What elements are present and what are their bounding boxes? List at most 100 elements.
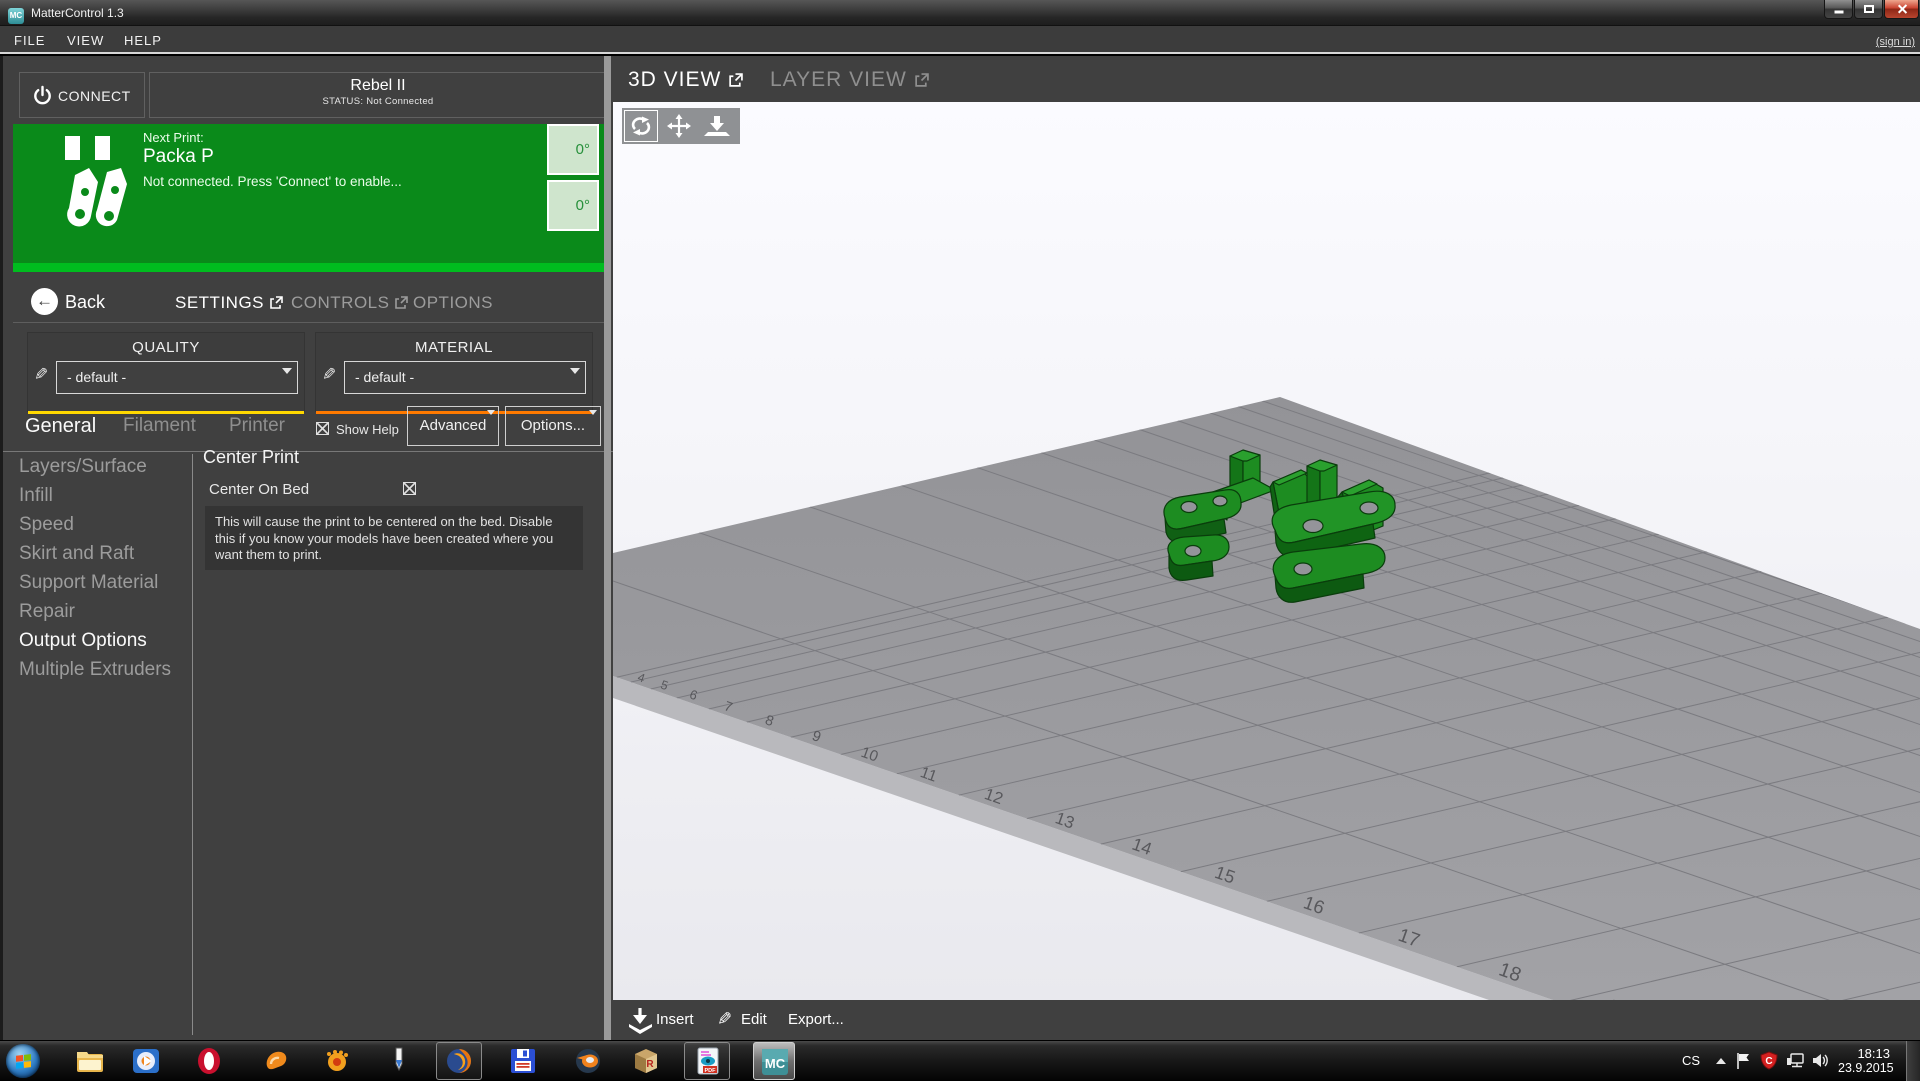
volume-icon[interactable] (1812, 1052, 1830, 1069)
windows-taskbar: R PDF MC CS C (0, 1040, 1920, 1080)
opera-icon[interactable] (194, 1046, 224, 1076)
window-title: MatterControl 1.3 (31, 6, 124, 20)
quality-dropdown[interactable]: - default - (56, 361, 298, 394)
pop-out-icon (269, 296, 283, 310)
tab-layer-view-label: LAYER VIEW (770, 68, 907, 92)
r-block-icon[interactable]: R (631, 1046, 661, 1076)
minimize-button[interactable] (1824, 0, 1853, 19)
close-icon (1896, 4, 1907, 15)
pdf-viewer-taskbar-button[interactable]: PDF (684, 1042, 730, 1080)
maximize-button[interactable] (1854, 0, 1883, 19)
edit-pencil-icon: ✎ (717, 1009, 732, 1030)
media-player-icon[interactable] (131, 1046, 161, 1076)
dropdown-arrow-icon (487, 410, 495, 415)
menu-view[interactable]: VIEW (67, 33, 104, 48)
options-button[interactable]: Options... (505, 406, 601, 446)
show-help-label[interactable]: Show Help (336, 422, 399, 437)
tab-settings-label: SETTINGS (175, 293, 264, 313)
windows-explorer-icon[interactable] (75, 1046, 105, 1076)
mattercontrol-taskbar-button[interactable]: MC (753, 1042, 795, 1080)
minimize-icon (1834, 11, 1843, 14)
tray-time: 18:13 (1838, 1046, 1890, 1061)
printer-title-box[interactable]: Rebel II STATUS: Not Connected (149, 72, 607, 118)
advanced-button[interactable]: Advanced (407, 406, 499, 446)
extruder-temp-button[interactable]: 0° (547, 124, 599, 175)
dropdown-arrow-icon (589, 410, 597, 415)
action-center-flag-icon[interactable] (1735, 1052, 1752, 1070)
next-print-name: Packa P (143, 146, 214, 168)
insert-button[interactable]: Insert (656, 1011, 694, 1028)
move-tool-button[interactable] (660, 108, 698, 144)
back-label[interactable]: Back (65, 292, 105, 313)
hidden-icons-chevron[interactable] (1716, 1058, 1726, 1064)
material-label: MATERIAL (316, 339, 592, 356)
save-tool-icon[interactable] (508, 1046, 538, 1076)
sign-in-link[interactable]: (sign in) (1876, 36, 1915, 48)
quality-accent-bar (28, 411, 304, 414)
export-button[interactable]: Export... (788, 1011, 844, 1028)
maximize-icon (1864, 5, 1874, 13)
sidebar-item-output-options[interactable]: Output Options (19, 630, 147, 652)
svg-text:C: C (1765, 1056, 1772, 1067)
clock[interactable]: 18:13 23.9.2015 (1838, 1046, 1890, 1075)
tab-layer-view[interactable]: LAYER VIEW (770, 68, 929, 92)
center-on-bed-label: Center On Bed (209, 481, 309, 498)
back-button[interactable]: ← (31, 288, 58, 315)
quality-label: QUALITY (28, 339, 304, 356)
firefox-icon (444, 1046, 474, 1076)
sidebar-item-speed[interactable]: Speed (19, 514, 74, 536)
material-dropdown[interactable]: - default - (344, 361, 586, 394)
center-on-bed-checkbox[interactable] (403, 482, 416, 495)
tab-printer[interactable]: Printer (229, 415, 285, 437)
sidebar-item-layers-surface[interactable]: Layers/Surface (19, 456, 147, 478)
connect-button[interactable]: CONNECT (19, 72, 145, 118)
insert-icon (627, 1006, 654, 1034)
edit-pencil-icon[interactable]: ✎ (322, 365, 336, 385)
quality-value: - default - (67, 369, 126, 385)
3d-viewport[interactable]: 4567891011121314151617181920 (613, 102, 1920, 1000)
dropdown-arrow-icon (282, 368, 292, 374)
sidebar-item-skirt-raft[interactable]: Skirt and Raft (19, 543, 134, 565)
close-button[interactable] (1884, 0, 1919, 19)
bed-temp-button[interactable]: 0° (547, 180, 599, 231)
tab-options[interactable]: OPTIONS (413, 293, 493, 313)
tab-controls-label: CONTROLS (291, 293, 389, 313)
tab-3d-view-label: 3D VIEW (628, 68, 721, 92)
image-viewer-icon[interactable] (322, 1046, 352, 1076)
firefox-taskbar-button[interactable] (436, 1042, 482, 1080)
show-desktop-button[interactable] (1906, 1041, 1920, 1081)
menu-help[interactable]: HELP (124, 33, 162, 48)
show-help-checkbox[interactable] (316, 422, 329, 435)
start-button[interactable] (6, 1044, 40, 1078)
rotate-icon (630, 115, 652, 137)
scale-icon (704, 114, 730, 138)
panel-scrollbar[interactable] (604, 56, 611, 1040)
move-icon (667, 114, 691, 138)
next-print-label: Next Print: (143, 130, 204, 145)
dropdown-arrow-icon (570, 368, 580, 374)
network-icon[interactable] (1786, 1053, 1806, 1069)
sidebar-item-support[interactable]: Support Material (19, 572, 158, 594)
pop-out-icon (394, 296, 408, 310)
blender-icon[interactable] (573, 1046, 603, 1076)
sidebar-item-multiple-extruders[interactable]: Multiple Extruders (19, 659, 171, 681)
tab-general[interactable]: General (25, 415, 96, 438)
connect-label: CONNECT (58, 88, 131, 104)
rotate-tool-button[interactable] (622, 108, 660, 144)
view-toolbar (622, 108, 740, 144)
sidebar-item-infill[interactable]: Infill (19, 485, 53, 507)
menu-file[interactable]: FILE (14, 33, 45, 48)
tab-settings[interactable]: SETTINGS (175, 293, 283, 313)
sidebar-item-repair[interactable]: Repair (19, 601, 75, 623)
tab-3d-view[interactable]: 3D VIEW (628, 68, 743, 92)
edit-button[interactable]: Edit (741, 1011, 767, 1028)
edit-pencil-icon[interactable]: ✎ (34, 365, 48, 385)
next-print-panel[interactable]: Next Print: Packa P Not connected. Press… (13, 124, 607, 272)
scale-tool-button[interactable] (698, 108, 736, 144)
language-indicator[interactable]: CS (1682, 1053, 1700, 1068)
orange-app-icon[interactable] (261, 1046, 291, 1076)
tab-controls[interactable]: CONTROLS (291, 293, 408, 313)
tab-filament[interactable]: Filament (123, 415, 196, 437)
stylus-tool-icon[interactable] (384, 1046, 414, 1076)
antivirus-shield-icon[interactable]: C (1760, 1051, 1778, 1070)
